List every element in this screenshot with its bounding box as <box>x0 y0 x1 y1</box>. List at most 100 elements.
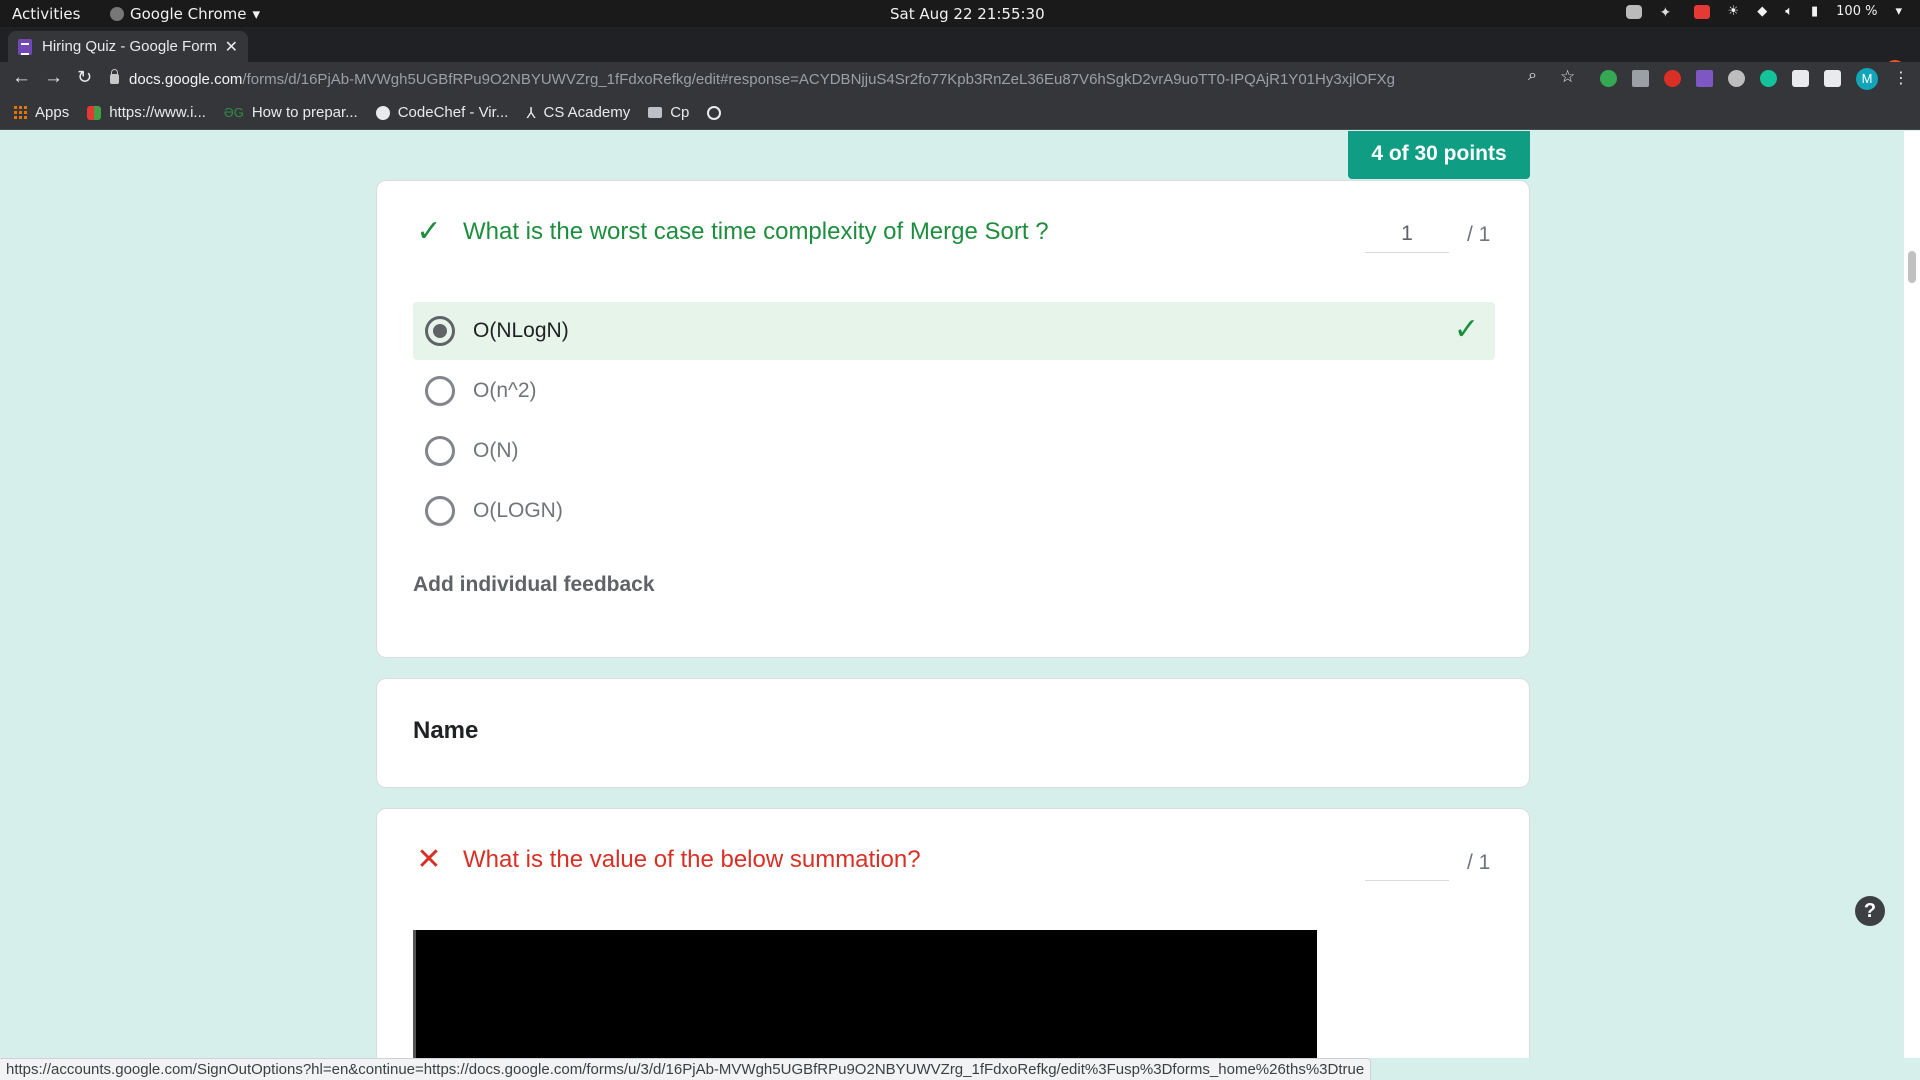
bookmark-label: Apps <box>35 104 70 121</box>
chevron-down-icon[interactable]: ▾ <box>1895 4 1902 19</box>
bookmark-apps[interactable]: Apps <box>14 104 69 121</box>
app-name: Google Chrome <box>130 5 247 23</box>
name-card: Name <box>376 678 1530 788</box>
kebab-menu-icon[interactable]: ⋮ <box>1893 68 1909 88</box>
page-scrollbar[interactable] <box>1904 131 1920 1058</box>
extension-check-icon[interactable] <box>1728 70 1745 87</box>
bookmark-folder-cp[interactable]: Cp <box>648 104 689 121</box>
question-image <box>413 930 1317 1058</box>
question-text: What is the value of the below summation… <box>463 846 921 873</box>
question-text: What is the worst case time complexity o… <box>463 218 1049 245</box>
folder-icon <box>648 107 663 118</box>
app-menu[interactable]: Google Chrome ▾ <box>110 5 260 23</box>
form-page: 4 of 30 points ✓ What is the worst case … <box>0 131 1920 1058</box>
brightness-icon: ☀ <box>1727 4 1740 19</box>
system-tray[interactable]: ✦ ☀ ◆ 🔈︎ ▮ 100 % ▾ <box>1625 4 1902 21</box>
csacademy-icon: ⅄ <box>526 104 536 122</box>
option-item[interactable]: O(n^2) <box>413 362 1495 420</box>
tab-strip: Hiring Quiz - Google Forms ✕ + – ❐ ✕ <box>0 27 1920 82</box>
google-forms-icon <box>18 38 32 55</box>
radio-selected-icon <box>425 316 455 346</box>
chevron-down-icon: ▾ <box>252 5 261 23</box>
bookmark-label: CodeChef - Vir... <box>397 104 509 121</box>
apps-grid-icon <box>14 106 27 119</box>
back-icon[interactable]: ← <box>12 67 31 89</box>
battery-icon: ▮ <box>1811 4 1819 19</box>
wifi-icon: ◆ <box>1757 4 1768 19</box>
recording-icon[interactable] <box>1693 4 1710 19</box>
globe-icon <box>707 105 722 120</box>
extension-media-icon[interactable] <box>1792 70 1809 87</box>
radio-empty-icon <box>425 496 455 526</box>
bookmarks-bar: Apps https://www.i... ƏG How to prepar..… <box>0 96 1920 130</box>
question-card-summation: ✕ What is the value of the below summati… <box>376 808 1530 1058</box>
forward-icon[interactable]: → <box>44 67 63 89</box>
extension-plus-icon[interactable] <box>1600 70 1617 87</box>
extensions-puzzle-icon[interactable] <box>1824 70 1841 87</box>
close-tab-icon[interactable]: ✕ <box>225 37 238 57</box>
question-header: ✓ What is the worst case time complexity… <box>415 215 1049 248</box>
bookmark-item[interactable] <box>707 105 722 120</box>
lock-icon[interactable] <box>110 69 119 84</box>
option-label: O(n^2) <box>473 379 537 402</box>
url-path: /forms/d/16PjAb-MVWgh5UGBfRPu9O2NBYUWVZr… <box>242 70 1396 88</box>
radio-empty-icon <box>425 436 455 466</box>
grammarly-icon[interactable] <box>1760 70 1777 87</box>
bookmark-label: Cp <box>670 104 690 121</box>
question-header: ✕ What is the value of the below summati… <box>415 843 921 876</box>
add-feedback-link[interactable]: Add individual feedback <box>413 573 655 597</box>
clock[interactable]: Sat Aug 22 21:55:30 <box>890 5 1045 23</box>
bookmark-item[interactable]: ⅄ CS Academy <box>526 104 630 122</box>
tab-hiring-quiz[interactable]: Hiring Quiz - Google Forms ✕ <box>8 31 248 62</box>
option-label: O(LOGN) <box>473 499 563 522</box>
chrome-icon <box>110 7 124 21</box>
extension-font-icon[interactable] <box>1696 70 1713 87</box>
cross-icon: ✕ <box>416 843 442 876</box>
discord-icon[interactable] <box>1625 4 1642 19</box>
zoom-icon[interactable]: ⌕ <box>1528 67 1537 85</box>
gfg-icon: ƏG <box>223 105 244 120</box>
bookmark-item[interactable]: https://www.i... <box>87 104 206 121</box>
activities-button[interactable]: Activities <box>12 5 80 23</box>
score-input[interactable] <box>1365 845 1449 881</box>
extension-record-icon[interactable] <box>1664 70 1681 87</box>
radio-empty-icon <box>425 376 455 406</box>
correct-check-icon: ✓ <box>1453 313 1479 346</box>
option-label: O(N) <box>473 439 519 462</box>
extension-copy-icon[interactable] <box>1632 70 1649 87</box>
codechef-icon <box>375 105 390 120</box>
option-item[interactable]: O(N) <box>413 422 1495 480</box>
score-max: / 1 <box>1467 223 1491 246</box>
system-top-bar: Activities Google Chrome ▾ Sat Aug 22 21… <box>0 0 1920 27</box>
question-card-merge-sort: ✓ What is the worst case time complexity… <box>376 180 1530 658</box>
points-badge: 4 of 30 points <box>1348 131 1530 179</box>
bookmark-label: https://www.i... <box>109 104 206 121</box>
score-input[interactable]: 1 <box>1365 217 1449 253</box>
scrollbar-thumb[interactable] <box>1908 251 1916 283</box>
star-icon[interactable]: ☆ <box>1560 67 1575 87</box>
score-area: 1 / 1 <box>1365 217 1490 253</box>
help-icon[interactable]: ? <box>1855 896 1885 926</box>
score-area: / 1 <box>1365 845 1490 881</box>
dropbox-icon[interactable]: ✦ <box>1660 5 1676 21</box>
bookmark-favicon-icon <box>87 105 102 120</box>
url-host: docs.google.com <box>129 70 243 88</box>
battery-level: 100 % <box>1836 4 1878 19</box>
bookmark-item[interactable]: CodeChef - Vir... <box>375 104 509 121</box>
check-icon: ✓ <box>416 215 442 248</box>
reload-icon[interactable]: ↻ <box>77 67 92 88</box>
option-selected[interactable]: O(NLogN) ✓ <box>413 302 1495 360</box>
score-max: / 1 <box>1467 851 1491 874</box>
profile-avatar[interactable]: M <box>1856 68 1878 90</box>
status-url-bubble: https://accounts.google.com/SignOutOptio… <box>0 1058 1372 1080</box>
bookmark-item[interactable]: ƏG How to prepar... <box>224 104 358 121</box>
tab-title: Hiring Quiz - Google Forms <box>42 38 217 55</box>
bookmark-label: CS Academy <box>543 104 631 121</box>
option-item[interactable]: O(LOGN) <box>413 482 1495 540</box>
volume-icon: 🔈︎ <box>1785 4 1793 19</box>
option-label: O(NLogN) <box>473 319 569 342</box>
address-bar[interactable]: docs.google.com /forms/d/16PjAb-MVWgh5UG… <box>110 64 1590 94</box>
bookmark-label: How to prepar... <box>251 104 358 121</box>
browser-toolbar: ← → ↻ docs.google.com /forms/d/16PjAb-MV… <box>0 62 1920 96</box>
card-title: Name <box>413 717 479 744</box>
